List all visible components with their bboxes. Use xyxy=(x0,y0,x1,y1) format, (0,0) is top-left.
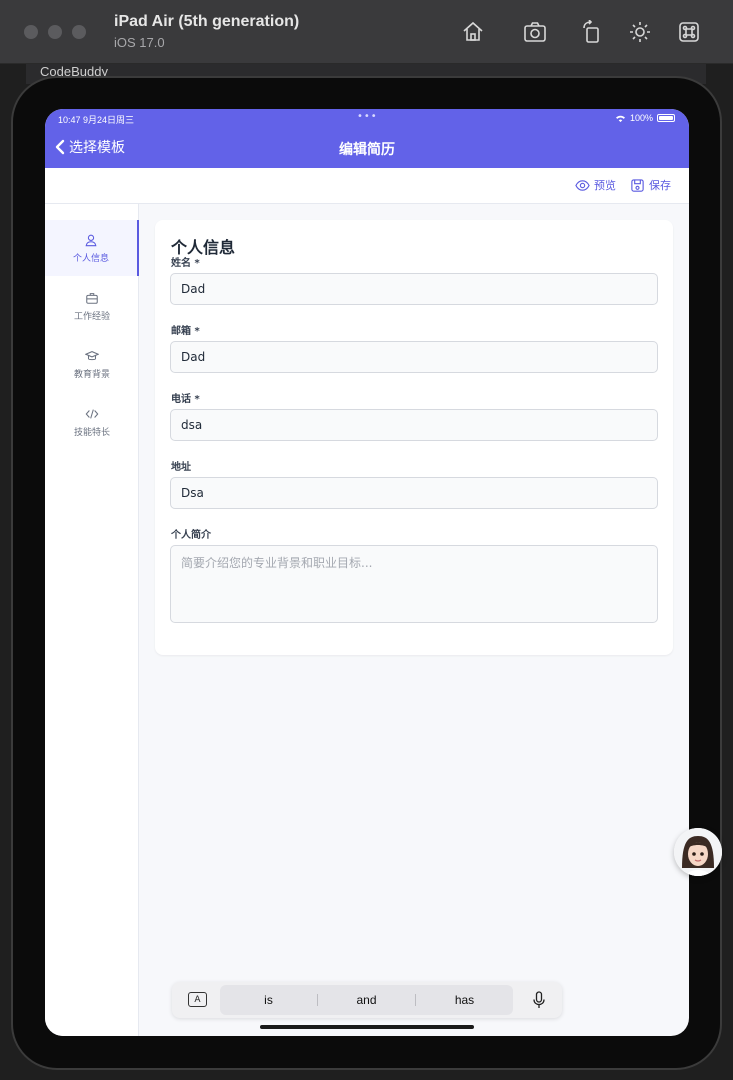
battery-icon xyxy=(657,114,675,122)
code-icon xyxy=(85,408,99,419)
ipad-screen: 10:47 9月24日周三 ••• 100% 选择模板 编辑简历 预览 保存 个… xyxy=(45,109,689,1036)
preview-label: 预览 xyxy=(594,179,616,192)
minimize-window-button[interactable] xyxy=(48,25,62,39)
nav-header: 10:47 9月24日周三 ••• 100% 选择模板 编辑简历 xyxy=(45,109,689,168)
home-icon[interactable] xyxy=(459,18,487,46)
suggestion-item[interactable]: has xyxy=(416,993,513,1007)
home-indicator[interactable] xyxy=(260,1025,474,1029)
graduation-cap-icon xyxy=(85,350,99,360)
page-title: 编辑简历 xyxy=(339,142,395,158)
preview-button[interactable]: 预览 xyxy=(575,177,616,193)
phone-field[interactable] xyxy=(170,409,658,441)
name-label: 姓名 * xyxy=(171,258,200,269)
assistant-avatar[interactable] xyxy=(674,828,722,876)
status-right: 100% xyxy=(615,113,675,123)
email-label: 邮箱 * xyxy=(171,326,200,337)
address-label: 地址 xyxy=(171,462,191,473)
suggestion-item[interactable]: and xyxy=(318,993,415,1007)
command-icon[interactable] xyxy=(675,18,703,46)
keyboard-mode-key[interactable]: A xyxy=(188,992,207,1007)
screenshot-icon[interactable] xyxy=(521,18,549,46)
user-icon xyxy=(85,234,97,246)
editor-toolbar: 预览 保存 xyxy=(45,168,689,204)
device-name: iPad Air (5th generation) xyxy=(114,13,300,30)
sidebar-item-label: 技能特长 xyxy=(73,427,110,438)
phone-label: 电话 * xyxy=(171,394,200,405)
sidebar-item-skills[interactable]: 技能特长 xyxy=(45,394,139,450)
suggestion-item[interactable]: is xyxy=(220,993,317,1007)
close-window-button[interactable] xyxy=(24,25,38,39)
sidebar-item-work-experience[interactable]: 工作经验 xyxy=(45,278,139,334)
battery-percent: 100% xyxy=(629,113,653,123)
eye-icon xyxy=(575,179,590,191)
keyboard-suggestion-bar: A is and has xyxy=(172,982,562,1018)
save-label: 保存 xyxy=(649,179,671,192)
os-version: iOS 17.0 xyxy=(114,35,165,50)
suggestion-list: is and has xyxy=(220,985,513,1015)
address-field[interactable] xyxy=(170,477,658,509)
simulator-title-bar: iPad Air (5th generation) iOS 17.0 xyxy=(0,0,733,64)
save-button[interactable]: 保存 xyxy=(630,177,671,193)
section-sidebar: 个人信息 工作经验 教育背景 技能特长 xyxy=(45,204,139,1036)
status-time: 10:47 9月24日周三 xyxy=(58,115,135,125)
sidebar-item-personal-info[interactable]: 个人信息 xyxy=(45,220,139,276)
sidebar-item-education[interactable]: 教育背景 xyxy=(45,336,139,392)
briefcase-icon xyxy=(86,292,98,304)
sidebar-item-label: 教育背景 xyxy=(73,369,110,380)
avatar-face-icon xyxy=(674,828,722,876)
appearance-icon[interactable] xyxy=(626,18,654,46)
microphone-icon[interactable] xyxy=(532,991,546,1009)
email-field[interactable] xyxy=(170,341,658,373)
sidebar-item-label: 个人信息 xyxy=(72,253,109,264)
bio-textarea[interactable] xyxy=(170,545,658,623)
name-field[interactable] xyxy=(170,273,658,305)
save-icon xyxy=(631,178,644,192)
zoom-window-button[interactable] xyxy=(72,25,86,39)
multitasking-dots[interactable]: ••• xyxy=(357,111,378,122)
sidebar-item-label: 工作经验 xyxy=(73,311,110,322)
bio-label: 个人简介 xyxy=(171,530,211,541)
personal-info-card: 个人信息 姓名 * 邮箱 * 电话 * 地址 个人简介 xyxy=(155,220,673,655)
wifi-icon xyxy=(615,115,625,122)
rotate-icon[interactable] xyxy=(578,18,606,46)
